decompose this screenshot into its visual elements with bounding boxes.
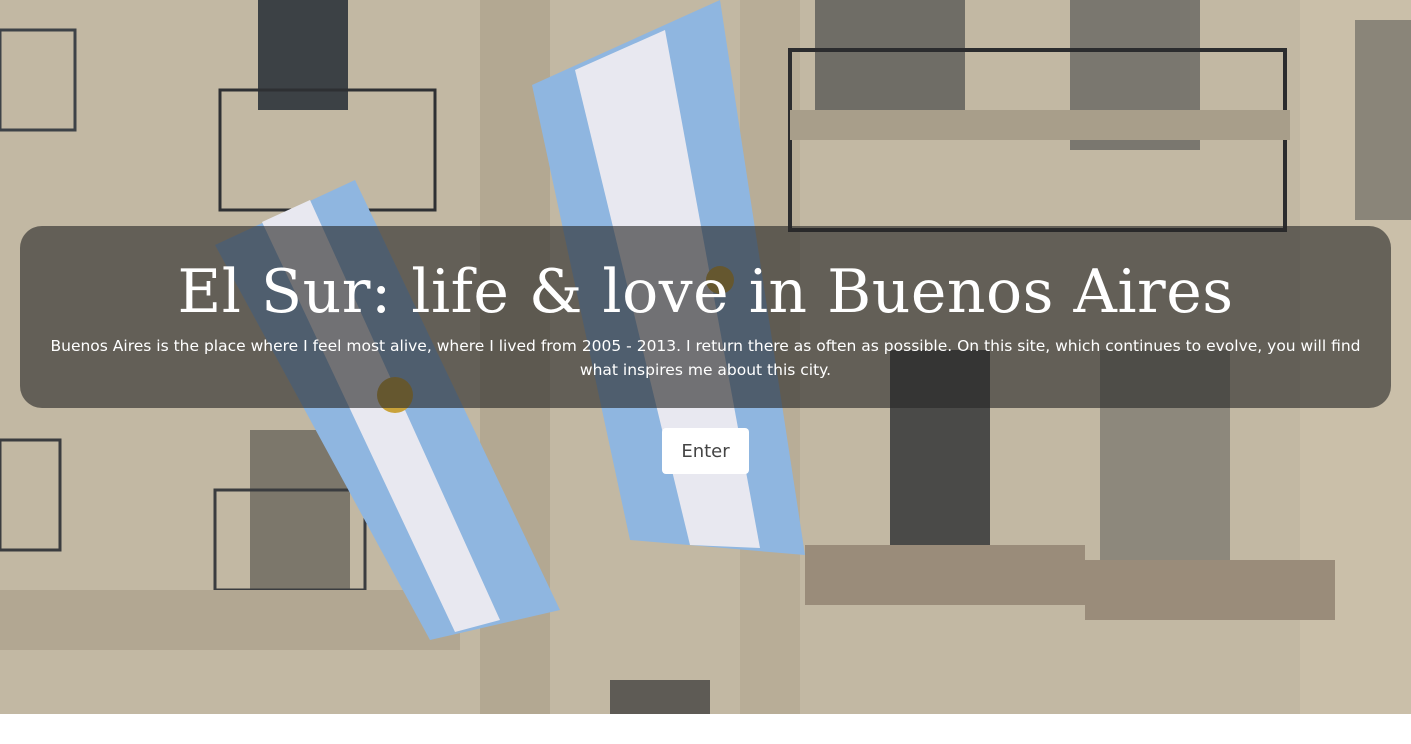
page-title: El Sur: life & love in Buenos Aires (177, 257, 1234, 327)
intro-text: Buenos Aires is the place where I feel m… (50, 337, 1361, 379)
hero-overlay: El Sur: life & love in Buenos Aires Buen… (20, 226, 1391, 408)
page-bottom (0, 714, 1411, 744)
enter-button[interactable]: Enter (662, 428, 749, 474)
hero-section: El Sur: life & love in Buenos Aires Buen… (0, 0, 1411, 714)
